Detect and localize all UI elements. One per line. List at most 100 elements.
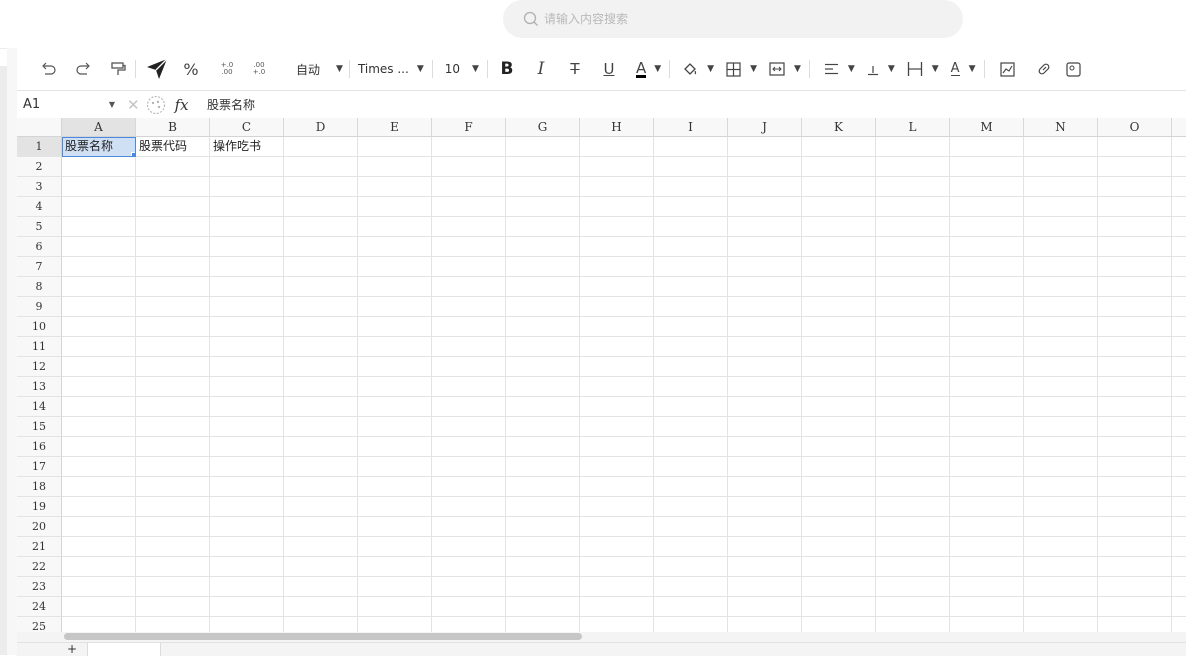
cell[interactable] (802, 497, 876, 517)
cell[interactable] (506, 437, 580, 457)
cell[interactable] (1172, 377, 1186, 397)
select-all-corner[interactable] (17, 118, 62, 137)
cell[interactable] (1172, 517, 1186, 537)
cell[interactable] (876, 177, 950, 197)
cell[interactable] (728, 317, 802, 337)
cell[interactable] (802, 477, 876, 497)
sheet-tab[interactable] (87, 643, 161, 656)
row-header[interactable]: 20 (17, 517, 62, 537)
cell[interactable] (950, 177, 1024, 197)
row-header[interactable]: 8 (17, 277, 62, 297)
cell[interactable] (62, 577, 136, 597)
cell[interactable] (802, 177, 876, 197)
cell[interactable] (728, 597, 802, 617)
cell[interactable] (210, 497, 284, 517)
cell[interactable] (1024, 337, 1098, 357)
cell[interactable] (950, 597, 1024, 617)
cell[interactable] (506, 557, 580, 577)
cell[interactable] (728, 157, 802, 177)
cell[interactable] (1098, 517, 1172, 537)
cell[interactable] (432, 277, 506, 297)
cell[interactable] (876, 217, 950, 237)
cell[interactable] (728, 177, 802, 197)
column-header[interactable]: F (432, 118, 506, 137)
cell[interactable] (950, 137, 1024, 157)
cell[interactable] (210, 577, 284, 597)
cell[interactable] (802, 577, 876, 597)
cell[interactable] (210, 557, 284, 577)
cell[interactable] (136, 237, 210, 257)
cell[interactable] (62, 197, 136, 217)
cell[interactable] (580, 237, 654, 257)
cell[interactable] (876, 377, 950, 397)
column-header[interactable]: M (950, 118, 1024, 137)
fill-color-button[interactable]: ▼ (682, 54, 714, 84)
cell[interactable] (654, 337, 728, 357)
cell[interactable] (802, 277, 876, 297)
row-header[interactable]: 12 (17, 357, 62, 377)
cell[interactable] (580, 537, 654, 557)
cell[interactable] (1172, 577, 1186, 597)
cell[interactable] (358, 397, 432, 417)
cell[interactable] (506, 377, 580, 397)
cell[interactable] (1098, 337, 1172, 357)
cell[interactable] (802, 137, 876, 157)
cell[interactable] (1024, 277, 1098, 297)
cell[interactable] (210, 457, 284, 477)
text-wrap-button[interactable]: ▼ (907, 54, 939, 84)
cell[interactable] (62, 277, 136, 297)
cell[interactable] (1172, 177, 1186, 197)
cell[interactable] (62, 597, 136, 617)
cell[interactable] (62, 497, 136, 517)
row-header[interactable]: 15 (17, 417, 62, 437)
insert-link-button[interactable] (1033, 54, 1055, 84)
cell[interactable] (728, 217, 802, 237)
cell[interactable] (950, 337, 1024, 357)
decrease-decimal-button[interactable]: .00 +.0 (248, 54, 270, 84)
cell[interactable] (654, 297, 728, 317)
cell[interactable] (728, 577, 802, 597)
cell[interactable] (1098, 297, 1172, 317)
cell[interactable] (580, 217, 654, 237)
cell[interactable] (358, 197, 432, 217)
cell[interactable] (358, 577, 432, 597)
cell[interactable] (358, 537, 432, 557)
cell[interactable] (876, 397, 950, 417)
cell[interactable] (876, 497, 950, 517)
cell[interactable] (284, 377, 358, 397)
add-sheet-button[interactable]: + (67, 643, 77, 655)
cell[interactable] (358, 357, 432, 377)
cell[interactable] (654, 417, 728, 437)
row-header[interactable]: 5 (17, 217, 62, 237)
cell[interactable] (1024, 417, 1098, 437)
cell[interactable] (136, 417, 210, 437)
cell[interactable] (580, 477, 654, 497)
cell[interactable] (950, 477, 1024, 497)
search-box[interactable] (503, 0, 963, 38)
cell[interactable] (580, 177, 654, 197)
cell[interactable] (358, 337, 432, 357)
column-header[interactable]: N (1024, 118, 1098, 137)
cell[interactable] (950, 157, 1024, 177)
cell[interactable] (1098, 157, 1172, 177)
cell[interactable] (728, 397, 802, 417)
cell[interactable] (62, 317, 136, 337)
row-header[interactable]: 21 (17, 537, 62, 557)
border-button[interactable]: ▼ (726, 54, 757, 84)
cell[interactable] (1098, 177, 1172, 197)
cell[interactable] (876, 317, 950, 337)
cell[interactable] (802, 357, 876, 377)
cell[interactable] (358, 237, 432, 257)
cell[interactable] (136, 317, 210, 337)
cell[interactable] (62, 337, 136, 357)
cell[interactable] (728, 497, 802, 517)
cell[interactable] (62, 217, 136, 237)
cell[interactable] (1024, 177, 1098, 197)
cell[interactable] (136, 617, 210, 632)
cell[interactable] (1024, 297, 1098, 317)
cell[interactable] (432, 457, 506, 477)
row-header[interactable]: 22 (17, 557, 62, 577)
cell[interactable] (506, 337, 580, 357)
cell[interactable] (506, 417, 580, 437)
cell[interactable] (1098, 397, 1172, 417)
